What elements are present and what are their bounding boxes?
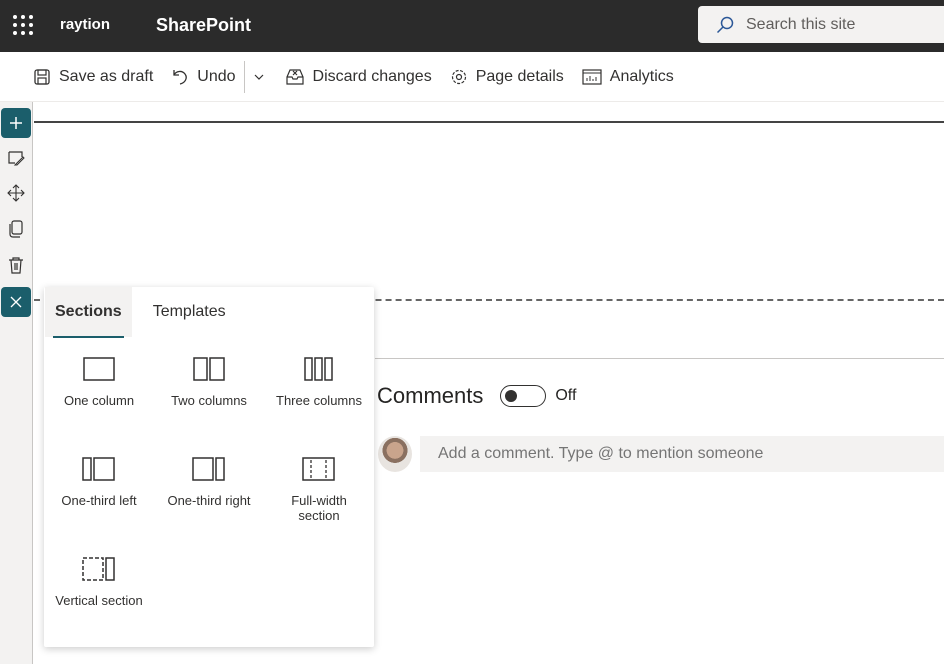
brand-logo[interactable]: raytion [60,16,110,33]
one-third-right-icon [192,457,225,481]
one-third-right-option[interactable]: One-third right [154,457,264,533]
divider [375,358,944,359]
search-placeholder: Search this site [746,15,856,33]
save-as-draft-button[interactable]: Save as draft [33,68,153,86]
search-input[interactable]: Search this site [698,6,944,43]
three-columns-option[interactable]: Three columns [264,357,374,433]
undo-dropdown-button[interactable] [253,71,265,83]
section-toolbar [0,102,33,664]
option-label: Vertical section [55,593,143,608]
option-label: Three columns [276,393,362,408]
close-panel-button[interactable] [1,287,31,317]
plus-icon [10,117,22,129]
vertical-section-icon [82,557,115,581]
undo-icon [173,69,188,85]
discard-icon [285,68,304,85]
comments-title: Comments [377,383,484,408]
edit-section-button[interactable] [1,143,31,173]
divider [243,60,245,93]
three-columns-icon [304,357,333,381]
gear-icon [451,69,466,84]
chevron-down-icon [254,74,263,80]
discard-label: Discard changes [312,67,432,85]
option-label: One-third left [61,493,137,508]
one-column-option[interactable]: One column [44,357,154,433]
command-bar: Save as draft Undo Discard changes Page … [0,52,944,102]
one-third-left-icon [82,457,115,481]
two-columns-icon [193,357,225,381]
suite-header: raytion SharePoint Search this site [0,0,944,52]
option-label: Full-width section [291,493,347,523]
close-icon [10,296,22,308]
undo-label: Undo [197,67,236,85]
search-icon [716,16,734,33]
tab-templates[interactable]: Templates [143,287,236,337]
analytics-label: Analytics [609,67,674,85]
app-name[interactable]: SharePoint [156,15,251,36]
vertical-section-option[interactable]: Vertical section [44,557,154,633]
app-launcher-icon[interactable] [13,15,33,35]
two-columns-option[interactable]: Two columns [154,357,264,433]
comments-toggle[interactable] [500,385,547,407]
analytics-icon [582,68,602,85]
copy-icon [9,220,23,238]
option-label: One column [63,393,135,408]
page-details-label: Page details [475,67,564,85]
move-icon [7,184,25,202]
option-label: Two columns [171,393,247,408]
comment-input[interactable] [420,436,944,472]
toggle-state-label: Off [555,387,577,404]
one-third-left-option[interactable]: One-third left [44,457,154,533]
discard-changes-button[interactable]: Discard changes [285,68,432,86]
option-label: One-third right [167,493,251,508]
undo-button[interactable]: Undo [171,67,236,86]
trash-icon [9,257,23,274]
comments-header: Comments Off [377,383,576,409]
edit-icon [8,151,25,166]
analytics-button[interactable]: Analytics [582,68,674,86]
page-details-button[interactable]: Page details [450,68,564,86]
save-icon [34,68,50,85]
full-width-section-option[interactable]: Full-width section [264,457,374,533]
tab-sections[interactable]: Sections [45,287,132,338]
panel-tabs: Sections Templates [44,287,374,338]
full-width-icon [302,457,335,481]
one-column-icon [83,357,115,381]
delete-section-button[interactable] [1,250,31,280]
save-label: Save as draft [59,67,154,85]
page-section[interactable] [34,121,944,301]
avatar [378,436,412,472]
duplicate-section-button[interactable] [1,214,31,244]
section-picker-panel: Sections Templates One column Two column… [44,287,374,647]
add-section-button[interactable] [1,108,31,138]
move-section-button[interactable] [1,178,31,208]
